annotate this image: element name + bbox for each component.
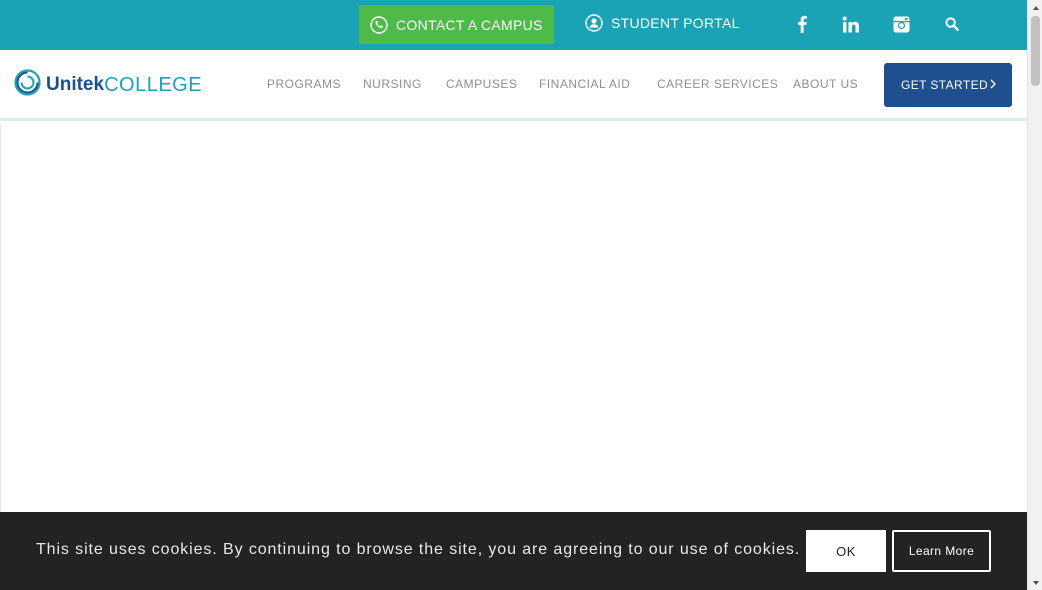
scrollbar-thumb[interactable] [1031, 16, 1040, 86]
cookie-learn-more-button[interactable]: Learn More [892, 530, 991, 572]
chevron-right-icon [990, 78, 996, 92]
phone-icon [370, 15, 388, 34]
linkedin-icon[interactable] [840, 13, 862, 35]
nav-item-nursing[interactable]: NURSING [363, 77, 422, 91]
facebook-icon[interactable] [791, 13, 813, 35]
scroll-up-icon[interactable] [1028, 0, 1042, 15]
logo-text-unitek: Unitek [46, 74, 105, 95]
nav-item-financial-aid[interactable]: FINANCIAL AID [539, 77, 630, 91]
contact-campus-button[interactable]: CONTACT A CAMPUS [359, 5, 554, 44]
cookie-consent-bar: This site uses cookies. By continuing to… [0, 512, 1027, 590]
unitek-college-logo[interactable]: Unitek COLLEGE [14, 69, 203, 101]
logo-text-college: COLLEGE [104, 73, 203, 96]
scroll-down-icon[interactable] [1028, 575, 1042, 590]
cookie-ok-button[interactable]: OK [806, 530, 886, 572]
nav-item-career-services[interactable]: CAREER SERVICES [657, 77, 778, 91]
logo-mark-icon [14, 69, 41, 101]
main-content-area [0, 124, 1027, 512]
instagram-icon[interactable] [890, 13, 912, 35]
search-icon[interactable] [941, 13, 963, 35]
nav-item-programs[interactable]: PROGRAMS [267, 77, 341, 91]
student-portal-link[interactable]: STUDENT PORTAL [585, 12, 740, 34]
top-utility-bar: CONTACT A CAMPUS STUDENT PORTAL [0, 0, 1027, 50]
page-scrollbar[interactable] [1027, 0, 1042, 590]
nav-item-about-us[interactable]: ABOUT US [793, 77, 858, 91]
main-header: Unitek COLLEGE PROGRAMS NURSING CAMPUSES… [0, 50, 1027, 121]
get-started-button[interactable]: GET STARTED [884, 63, 1012, 107]
contact-campus-label: CONTACT A CAMPUS [396, 16, 543, 33]
student-portal-label: STUDENT PORTAL [611, 15, 740, 31]
cookie-message: This site uses cookies. By continuing to… [36, 541, 801, 558]
get-started-label: GET STARTED [901, 78, 989, 92]
user-icon [585, 14, 603, 32]
nav-item-campuses[interactable]: CAMPUSES [446, 77, 517, 91]
